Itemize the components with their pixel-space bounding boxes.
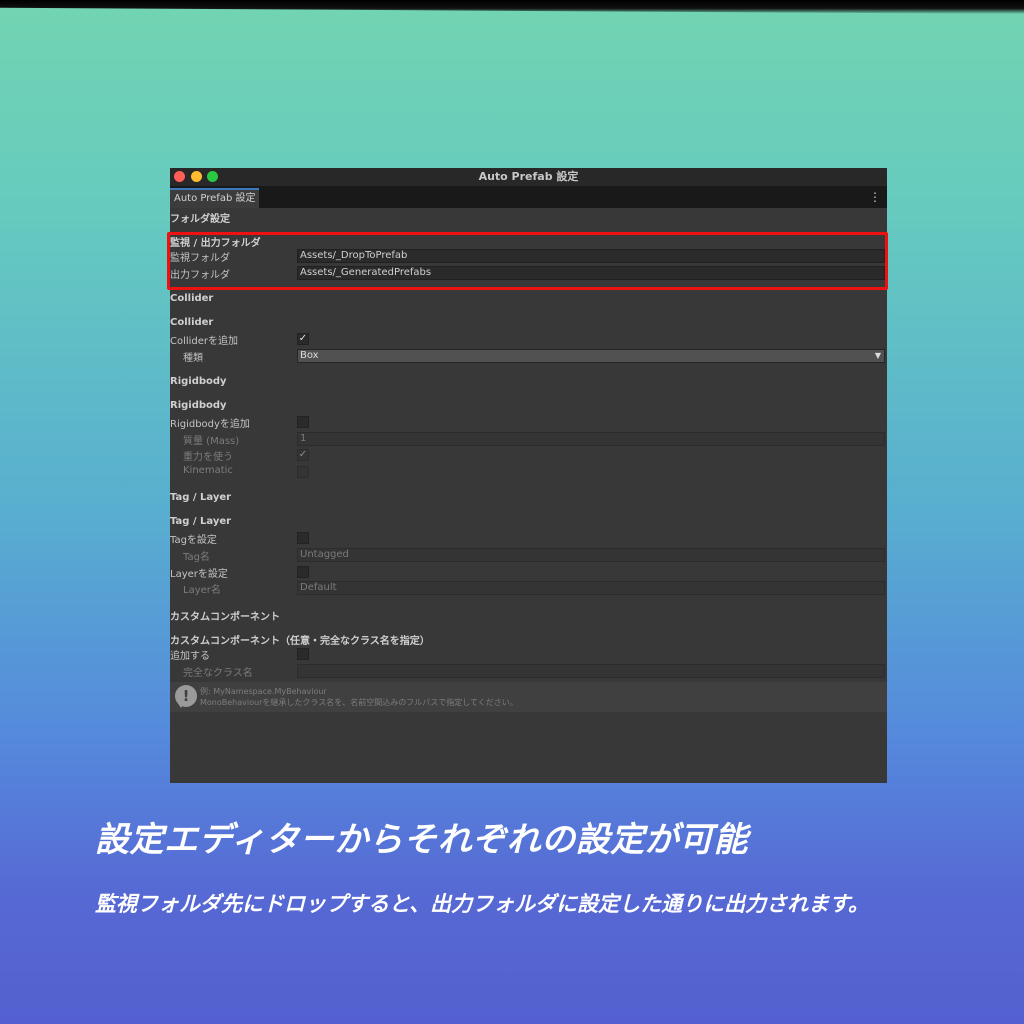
folder-highlight-frame (167, 232, 888, 290)
layer-name-field[interactable]: Default (297, 581, 885, 595)
folder-settings-heading: フォルダ設定 (170, 214, 230, 225)
caption-headline: 設定エディターからそれぞれの設定が可能 (95, 820, 749, 860)
mass-label: 質量 (Mass) (183, 436, 240, 447)
collider-type-value: Box (300, 350, 319, 361)
class-name-field[interactable] (297, 664, 885, 678)
add-custom-component-checkbox[interactable] (297, 648, 309, 660)
window-titlebar: Auto Prefab 設定 (170, 168, 887, 186)
class-name-label: 完全なクラス名 (183, 668, 253, 679)
tab-bar: Auto Prefab 設定 ⋮ (170, 186, 887, 208)
set-layer-checkbox[interactable] (297, 566, 309, 578)
top-dark-edge (0, 0, 1024, 14)
set-tag-label: Tagを設定 (170, 535, 217, 546)
kinematic-checkbox[interactable] (297, 466, 309, 478)
custom-component-heading: カスタムコンポーネント (170, 612, 280, 623)
tag-name-label: Tag名 (183, 552, 210, 563)
help-example-text: 例: MyNamespace.MyBehaviour (200, 687, 327, 696)
set-layer-label: Layerを設定 (170, 569, 228, 580)
collider-heading: Collider (170, 293, 214, 304)
rigidbody-subheading: Rigidbody (170, 400, 227, 411)
add-custom-component-label: 追加する (170, 651, 210, 662)
tab-auto-prefab-settings[interactable]: Auto Prefab 設定 (170, 188, 259, 208)
window-title: Auto Prefab 設定 (478, 170, 579, 183)
use-gravity-checkbox[interactable]: ✓ (297, 449, 309, 461)
rigidbody-heading: Rigidbody (170, 376, 227, 387)
add-collider-label: Colliderを追加 (170, 336, 239, 347)
help-box: ! 例: MyNamespace.MyBehaviour MonoBehavio… (170, 682, 887, 712)
set-tag-checkbox[interactable] (297, 532, 309, 544)
add-rigidbody-label: Rigidbodyを追加 (170, 419, 250, 430)
help-description-text: MonoBehaviourを継承したクラス名を、名前空間込みのフルパスで指定して… (200, 698, 518, 707)
tag-layer-subheading: Tag / Layer (170, 516, 232, 527)
info-bubble-tail (177, 702, 185, 708)
collider-subheading: Collider (170, 317, 214, 328)
use-gravity-label: 重力を使う (183, 452, 233, 463)
tag-name-field[interactable]: Untagged (297, 548, 885, 562)
more-options-icon[interactable]: ⋮ (869, 190, 881, 204)
collider-type-dropdown[interactable]: Box ▼ (297, 349, 885, 363)
kinematic-label: Kinematic (183, 465, 233, 476)
mass-field[interactable]: 1 (297, 432, 885, 446)
tag-layer-heading: Tag / Layer (170, 492, 232, 503)
add-collider-checkbox[interactable]: ✓ (297, 333, 309, 345)
chevron-down-icon: ▼ (874, 351, 881, 360)
custom-component-subheading: カスタムコンポーネント（任意・完全なクラス名を指定） (170, 636, 430, 647)
collider-type-label: 種類 (183, 353, 203, 364)
caption-description: 監視フォルダ先にドロップすると、出力フォルダに設定した通りに出力されます。 (95, 892, 870, 916)
layer-name-label: Layer名 (183, 585, 221, 596)
add-rigidbody-checkbox[interactable] (297, 416, 309, 428)
